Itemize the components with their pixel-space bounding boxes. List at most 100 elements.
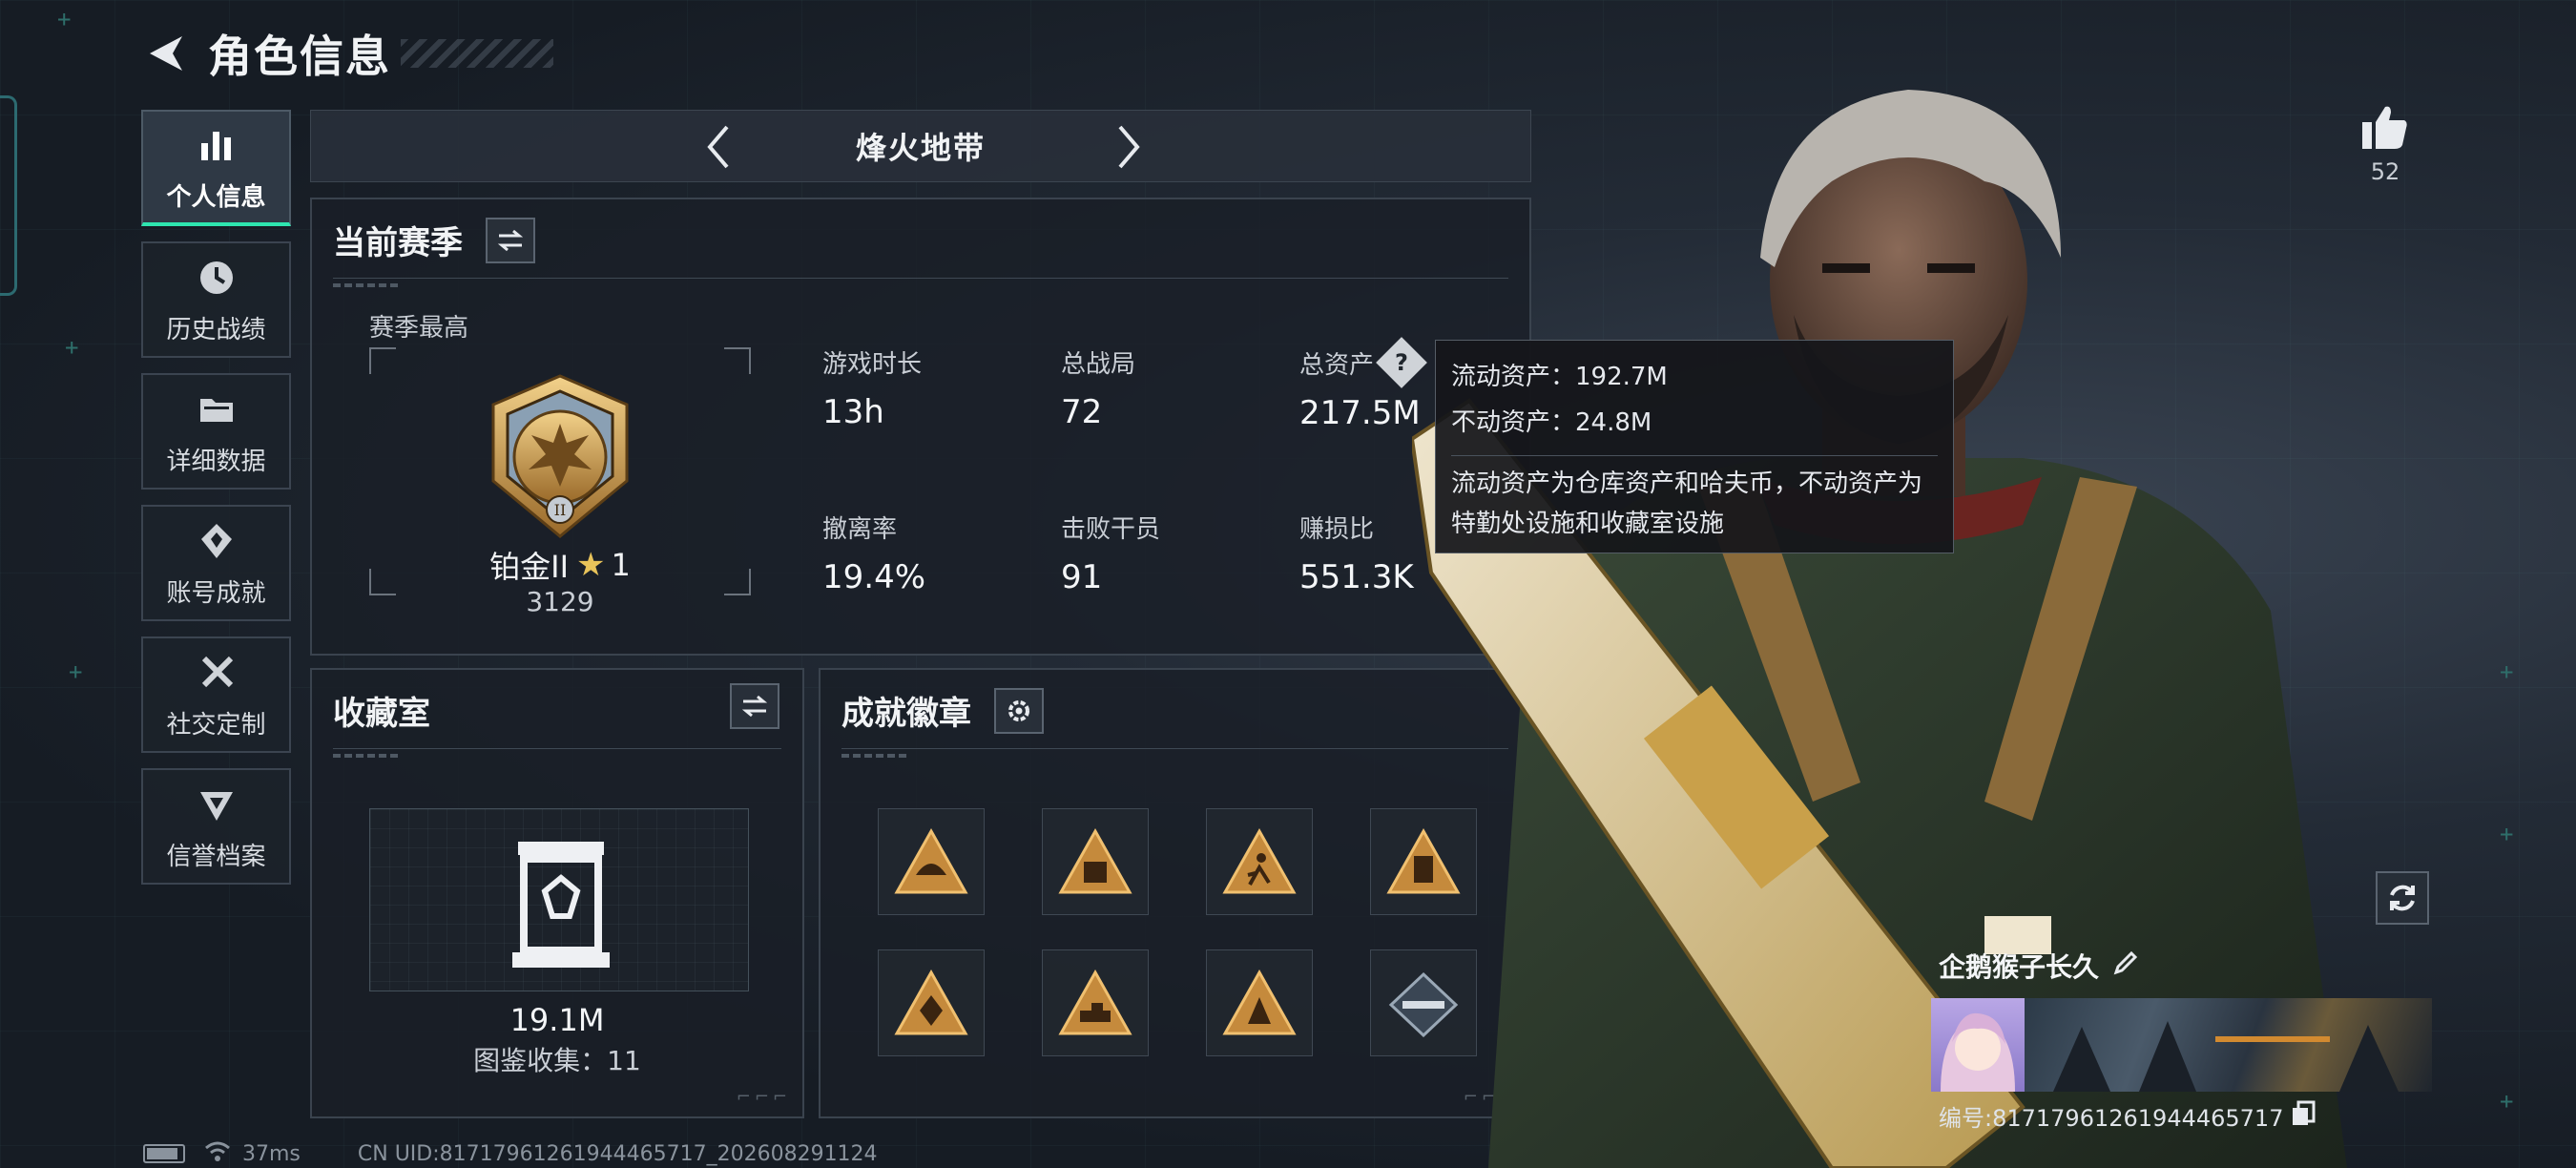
sidebar-item-social-custom[interactable]: 社交定制: [141, 636, 291, 753]
stat-label: 游戏时长: [822, 350, 923, 379]
rank-name: 铂金II: [489, 549, 570, 585]
rank-name-row: 铂金II ★ 1: [369, 543, 751, 587]
liquid-assets: 流动资产：192.7M: [1451, 363, 1668, 391]
fixed-assets: 不动资产：24.8M: [1451, 408, 1652, 437]
edge-handle: [0, 95, 17, 296]
prev-mode-button[interactable]: [688, 116, 749, 177]
stat-play-time: 游戏时长 13h: [822, 344, 922, 431]
reputation-icon: [194, 782, 239, 827]
swap-icon: [741, 695, 768, 718]
stat-label: 赚损比: [1299, 515, 1375, 544]
divider: [1451, 455, 1938, 456]
bar-chart-icon: [194, 122, 239, 168]
corner-deco: [369, 347, 396, 374]
crosshair-deco: +: [65, 334, 79, 361]
stat-profit-ratio: 赚损比 551.3K: [1299, 510, 1414, 596]
sidebar-nav: 个人信息 历史战绩 详细数据 账号成就 社交定制 信誉档案: [141, 110, 291, 900]
sidebar-item-label: 历史战绩: [166, 315, 266, 344]
stat-value: 91: [1061, 558, 1103, 596]
rank-emblem-icon: II: [491, 374, 629, 538]
rank-score: 3129: [526, 586, 594, 617]
crosshair-deco: +: [2500, 1088, 2514, 1115]
stat-kills: 击败干员 91: [1061, 510, 1160, 596]
sidebar-item-detail-data[interactable]: 详细数据: [141, 373, 291, 490]
avatar[interactable]: [1931, 998, 2025, 1092]
sidebar-item-label: 社交定制: [166, 710, 266, 740]
nickname-row: 企鹅猴子长久: [1931, 947, 2432, 985]
collection-value: 19.1M: [509, 1002, 605, 1038]
like-widget[interactable]: 52: [2347, 103, 2423, 185]
sidebar-item-label: 信誉档案: [166, 842, 266, 871]
panel-title: 当前赛季: [333, 224, 463, 262]
wifi-icon: [204, 1140, 231, 1167]
refresh-button[interactable]: [2376, 871, 2429, 925]
crosshair-deco: +: [69, 658, 83, 685]
thumbs-up-icon: [2362, 106, 2407, 149]
sidebar-item-label: 个人信息: [166, 182, 266, 212]
gear-icon: [1008, 699, 1029, 721]
profile-banner[interactable]: [1931, 998, 2432, 1092]
page-header: 角色信息: [141, 23, 553, 84]
status-bar: 37ms CN UID:8171796126194446571​7_202608…: [143, 1141, 878, 1166]
stat-label: 总战局: [1061, 350, 1136, 379]
divider: [841, 748, 1508, 758]
stat-total-assets: 总资产 ? 217.5M: [1299, 337, 1427, 432]
title-decoration: [401, 39, 553, 68]
tools-icon: [194, 650, 239, 696]
stat-label: 击败干员: [1061, 515, 1161, 544]
edit-pencil-icon[interactable]: [2112, 949, 2139, 983]
stat-label: 总资产: [1299, 350, 1375, 380]
panel-title: 收藏室: [333, 695, 430, 733]
player-profile: 企鹅猴子长久 编号:8171796126194446571​7: [1931, 947, 2432, 1133]
swap-season-button[interactable]: [486, 217, 535, 263]
diamond-badge-icon[interactable]: [878, 949, 985, 1056]
tank-badge-icon[interactable]: [1042, 949, 1149, 1056]
crosshair-deco: +: [2500, 658, 2514, 685]
stat-extract-rate: 撤离率 19.4%: [822, 510, 925, 596]
stat-value: 13h: [822, 393, 884, 431]
stat-value: 72: [1061, 393, 1103, 431]
svg-text:II: II: [554, 501, 567, 519]
rank-stars: 1: [611, 547, 631, 583]
sidebar-item-label: 详细数据: [166, 447, 266, 476]
stat-total-matches: 总战局 72: [1061, 344, 1135, 431]
divider: [333, 748, 781, 758]
panel-header: 成就徽章: [841, 687, 1044, 734]
collection-showcase[interactable]: [369, 808, 749, 991]
collection-panel: 收藏室 19.1M 图鉴收集：11 ⌐⌐⌐: [310, 668, 804, 1118]
panel-header: 收藏室: [333, 687, 430, 734]
corner-deco: ⌐⌐⌐: [736, 1087, 791, 1107]
panel-header: 当前赛季: [333, 217, 535, 263]
battery-icon: [143, 1144, 185, 1163]
sidebar-item-label: 账号成就: [166, 578, 266, 608]
sidebar-item-reputation[interactable]: 信誉档案: [141, 768, 291, 885]
back-arrow-icon[interactable]: [141, 30, 189, 77]
crosshair-deco: +: [2500, 821, 2514, 847]
panel-title: 成就徽章: [841, 695, 971, 733]
soldier-badge-icon[interactable]: [1206, 949, 1313, 1056]
stat-label-row: 总资产 ?: [1299, 337, 1427, 388]
runner-badge-icon[interactable]: [1206, 808, 1313, 915]
swap-collection-button[interactable]: [730, 683, 779, 729]
sidebar-item-history[interactable]: 历史战绩: [141, 241, 291, 358]
helmet-badge-icon[interactable]: [878, 808, 985, 915]
crate-badge-icon[interactable]: [1042, 808, 1149, 915]
sidebar-item-account-achievements[interactable]: 账号成就: [141, 505, 291, 621]
sidebar-item-personal-info[interactable]: 个人信息: [141, 110, 291, 226]
history-icon: [194, 255, 239, 301]
copy-icon[interactable]: [2291, 1100, 2316, 1133]
collection-count: 图鉴收集：11: [473, 1045, 641, 1076]
mode-selector: 烽火地带: [310, 110, 1531, 182]
swap-icon: [497, 229, 524, 251]
assets-tooltip: 流动资产：192.7M 不动资产：24.8M 流动资产为仓库资产和哈夫币，不动资…: [1435, 340, 1954, 553]
mode-title: 烽火地带: [855, 130, 986, 166]
badge-settings-button[interactable]: [994, 687, 1044, 734]
next-mode-button[interactable]: [1098, 116, 1159, 177]
stat-value: 19.4%: [822, 558, 926, 596]
assets-description: 流动资产为仓库资产和哈夫币，不动资产为特勤处设施和收藏室设施: [1451, 469, 1923, 538]
star-icon: ★: [576, 546, 606, 584]
display-case-icon: [512, 842, 610, 968]
folder-icon: [194, 386, 239, 432]
uid-text: CN UID:8171796126194446571​7_20260829112…: [357, 1141, 878, 1166]
page-title: 角色信息: [208, 31, 391, 82]
